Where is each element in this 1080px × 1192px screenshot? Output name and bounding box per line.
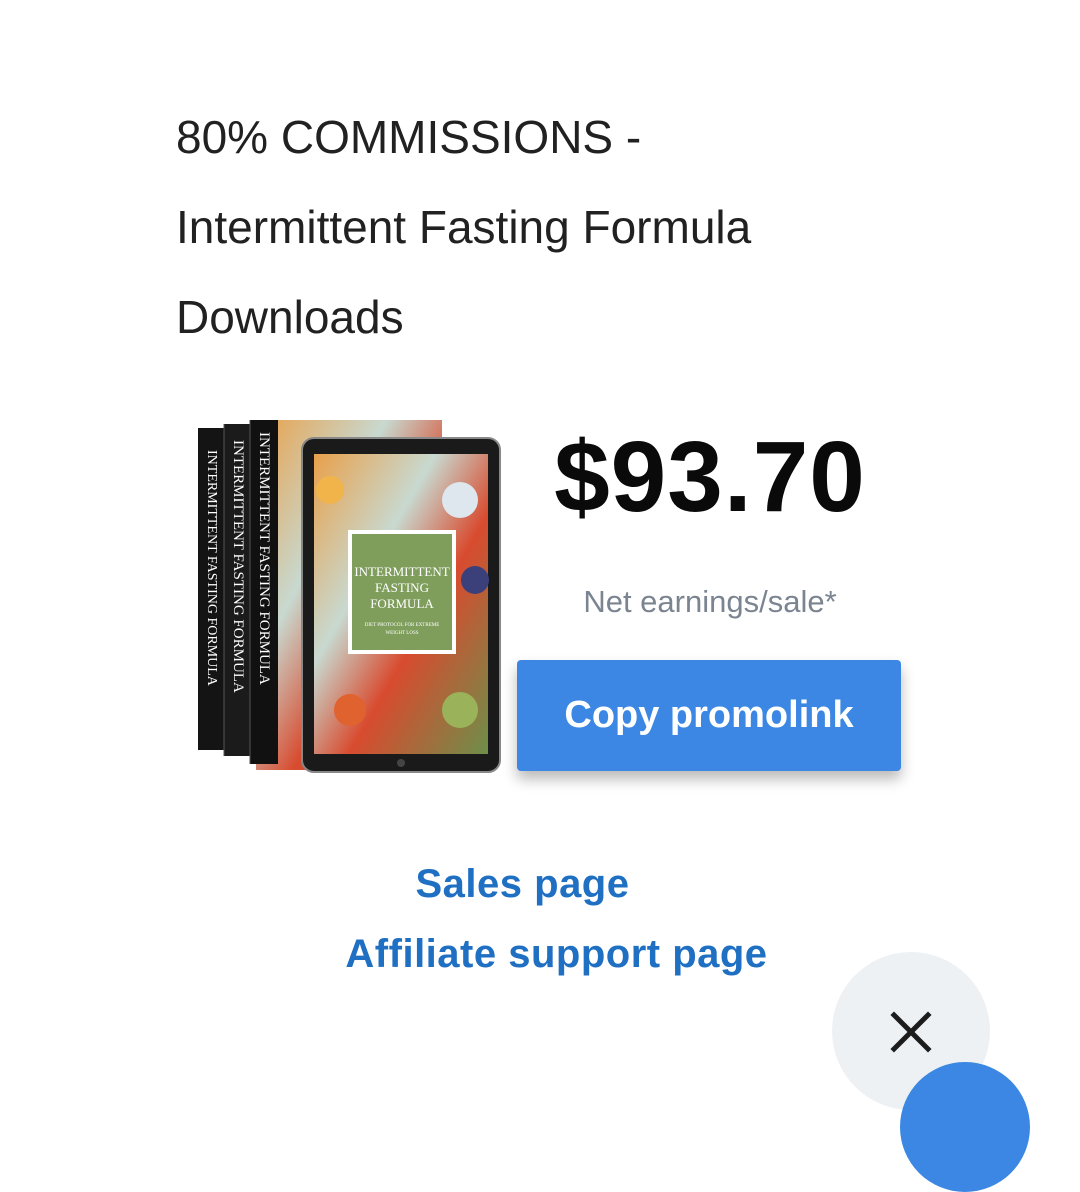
cover-title-2: FASTING <box>375 580 429 595</box>
title-line-1: 80% COMMISSIONS - <box>176 111 642 163</box>
cover-title-3: FORMULA <box>370 596 434 611</box>
net-price: $93.70 <box>554 421 866 533</box>
spine-text-1: INTERMITTENT FASTING FORMULA <box>204 450 219 687</box>
title-line-3: Downloads <box>176 291 404 343</box>
net-earnings-label: Net earnings/sale* <box>583 584 837 619</box>
close-icon <box>890 1011 932 1053</box>
cover-subtitle-1: DIET PROTOCOL FOR EXTREME <box>365 623 440 628</box>
cover-subtitle-2: WEIGHT LOSS <box>385 631 418 636</box>
spine-text-2: INTERMITTENT FASTING FORMULA <box>230 440 246 693</box>
product-image: INTERMITTENT FASTING FORMULA INTERMITTEN… <box>190 410 510 790</box>
product-title: 80% COMMISSIONS - Intermittent Fasting F… <box>176 92 936 362</box>
action-fab[interactable] <box>900 1062 1030 1192</box>
spine-text-3: INTERMITTENT FASTING FORMULA <box>256 432 272 685</box>
title-line-2: Intermittent Fasting Formula <box>176 201 752 253</box>
product-bundle-illustration: INTERMITTENT FASTING FORMULA INTERMITTEN… <box>198 420 501 773</box>
cover-title-1: INTERMITTENT <box>354 564 449 579</box>
copy-promolink-button[interactable]: Copy promolink <box>517 660 901 771</box>
sales-page-link[interactable]: Sales page <box>0 862 1045 907</box>
